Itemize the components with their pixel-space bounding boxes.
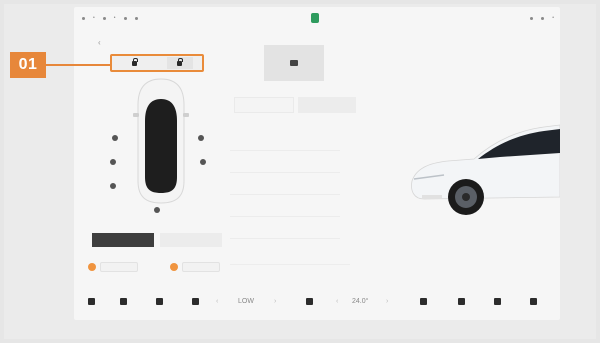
apps-button[interactable] xyxy=(494,298,501,305)
temp-decrease-button[interactable]: ‹ xyxy=(336,298,338,305)
media-icon xyxy=(290,60,298,66)
status-text: • xyxy=(552,15,554,21)
segment-1[interactable] xyxy=(234,97,294,113)
option-toggle-1[interactable] xyxy=(88,262,138,272)
status-icon xyxy=(530,16,534,20)
car-top-view xyxy=(133,78,189,204)
fan-icon xyxy=(156,298,163,305)
option-indicator-icon xyxy=(88,263,96,271)
charge-port-icon[interactable] xyxy=(110,183,116,189)
fan-button[interactable] xyxy=(156,298,163,305)
door-rear-right-icon[interactable] xyxy=(200,159,206,165)
middle-segmented-control[interactable] xyxy=(234,97,356,113)
manual-figure: • • • ‹ ‹ LOW › ‹ 24.0° › 01 xyxy=(0,0,600,343)
increase-button[interactable]: › xyxy=(274,298,276,305)
list-item[interactable] xyxy=(230,217,340,239)
status-text: • xyxy=(113,15,116,21)
unlock-button[interactable] xyxy=(166,57,193,69)
media-tile[interactable] xyxy=(264,45,324,81)
mode-button-right[interactable] xyxy=(160,233,222,247)
climate-icon xyxy=(306,298,313,305)
option-indicator-icon xyxy=(170,263,178,271)
list-item[interactable] xyxy=(230,195,340,217)
back-icon[interactable]: ‹ xyxy=(98,38,101,47)
status-left: • • xyxy=(82,15,138,21)
list-item[interactable] xyxy=(230,151,340,173)
status-text: • xyxy=(93,15,95,21)
status-right: • xyxy=(530,15,554,21)
list-item[interactable] xyxy=(230,173,340,195)
trunk-icon[interactable] xyxy=(154,207,160,213)
mode-button-left[interactable] xyxy=(92,233,154,247)
status-bar: • • • xyxy=(74,7,560,29)
option-label xyxy=(182,262,220,272)
home-icon xyxy=(88,298,95,305)
vehicle-button[interactable] xyxy=(120,298,127,305)
status-icon xyxy=(82,16,85,20)
decrease-button[interactable]: ‹ xyxy=(216,298,218,305)
seat-heat-button[interactable] xyxy=(420,298,427,305)
car-side-view xyxy=(411,124,560,215)
music-button[interactable] xyxy=(458,298,465,305)
middle-settings-list xyxy=(230,129,340,249)
status-icon xyxy=(134,16,138,20)
lock-open-icon xyxy=(177,57,183,66)
fan-level-text: LOW xyxy=(238,298,254,305)
bottom-dock: ‹ LOW › ‹ 24.0° › xyxy=(74,288,560,318)
lock-toggle-group[interactable] xyxy=(110,54,204,72)
temperature-text: 24.0° xyxy=(352,298,369,305)
segment-2[interactable] xyxy=(298,97,356,113)
fan-level: LOW xyxy=(238,298,254,305)
status-icon xyxy=(541,16,545,20)
climate-button[interactable] xyxy=(306,298,313,305)
status-center-icon xyxy=(311,13,319,23)
home-button[interactable] xyxy=(88,298,95,305)
lock-button[interactable] xyxy=(122,57,148,69)
list-item[interactable] xyxy=(230,129,340,151)
music-icon xyxy=(458,298,465,305)
seat-button[interactable] xyxy=(192,298,199,305)
volume-button[interactable] xyxy=(530,298,537,305)
status-icon xyxy=(123,16,127,20)
door-rear-left-icon[interactable] xyxy=(110,159,116,165)
temp-increase-button[interactable]: › xyxy=(386,298,388,305)
seat-icon xyxy=(192,298,199,305)
divider xyxy=(230,257,350,265)
lock-closed-icon xyxy=(132,57,138,66)
car-icon xyxy=(120,298,127,305)
option-label xyxy=(100,262,138,272)
option-toggle-2[interactable] xyxy=(170,262,220,272)
status-icon xyxy=(102,16,106,20)
callout-badge: 01 xyxy=(10,52,46,78)
temperature: 24.0° xyxy=(352,298,368,305)
volume-icon xyxy=(530,298,537,305)
callout-leader-line xyxy=(46,64,110,66)
seat-heat-icon xyxy=(420,298,427,305)
car-screen: • • • ‹ ‹ LOW › ‹ 24.0° › xyxy=(74,7,560,320)
door-front-right-icon[interactable] xyxy=(198,135,204,141)
apps-icon xyxy=(494,298,501,305)
door-front-left-icon[interactable] xyxy=(112,135,118,141)
figure-frame: • • • ‹ ‹ LOW › ‹ 24.0° › 01 xyxy=(4,4,596,339)
